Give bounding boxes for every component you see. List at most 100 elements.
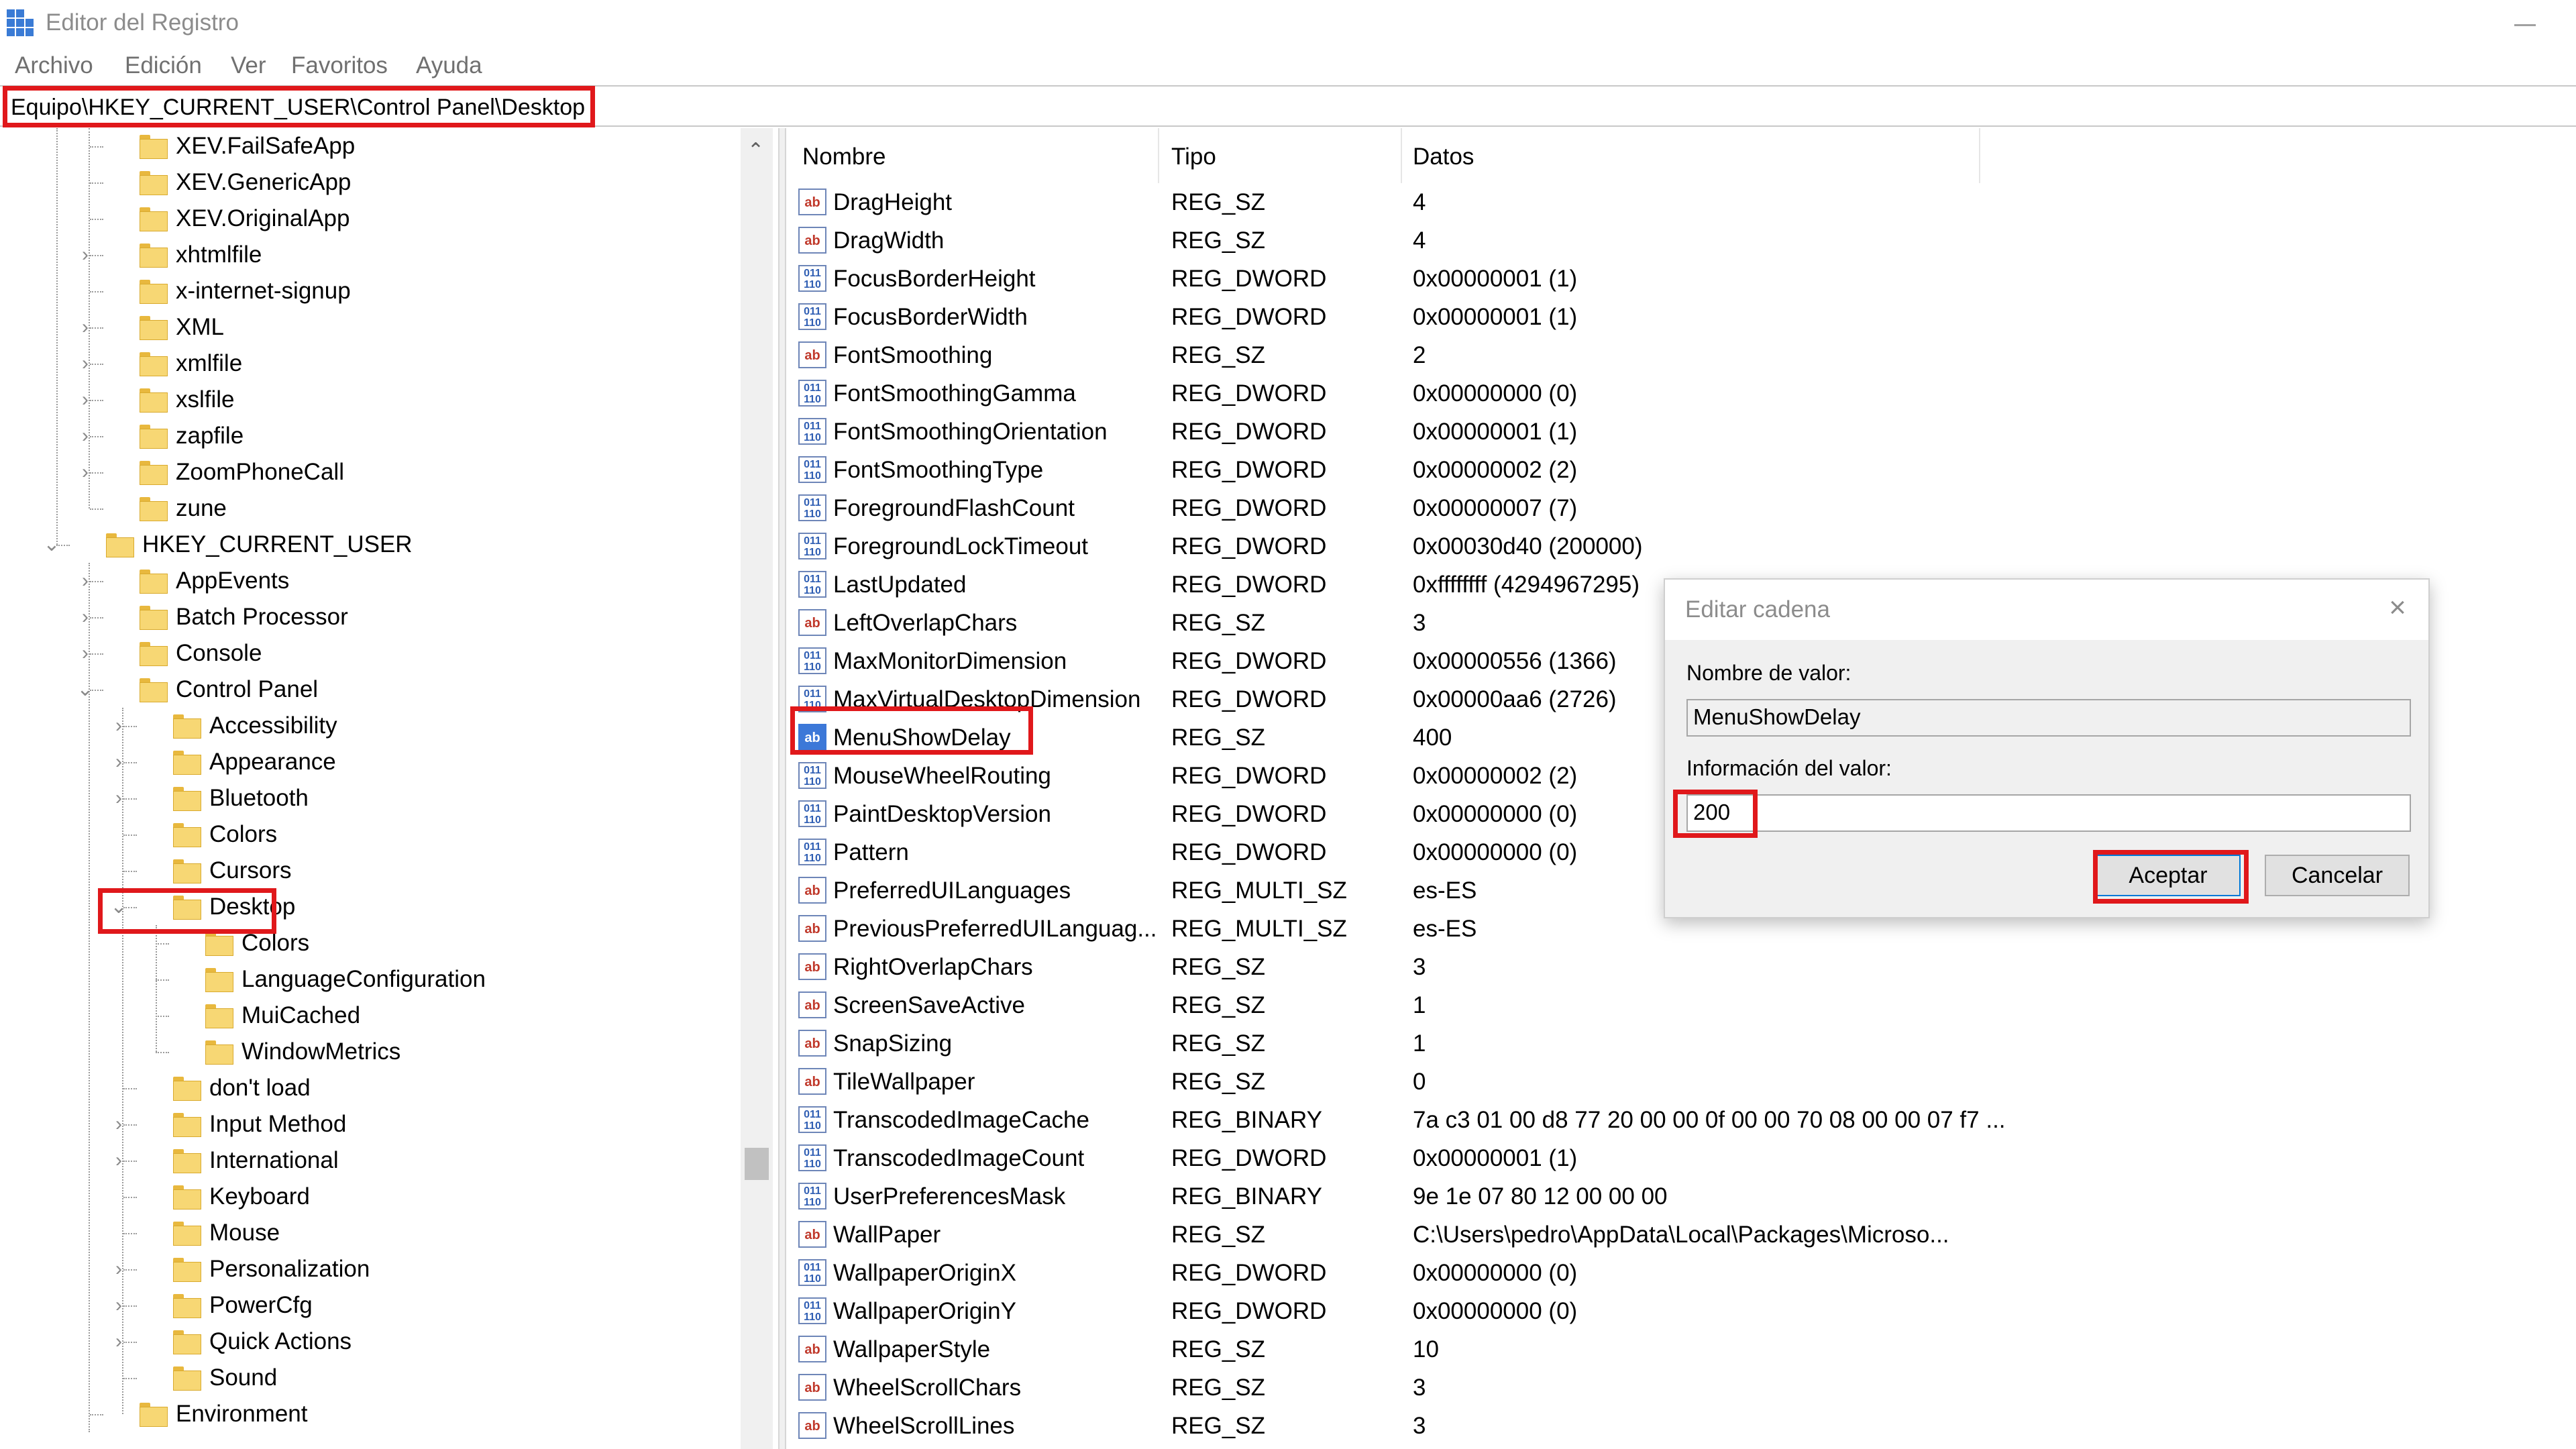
value-row[interactable]: ab FontSmoothing REG_SZ 2 xyxy=(786,336,2576,374)
tree-item[interactable]: › PowerCfg xyxy=(0,1287,738,1324)
tree-item[interactable]: › xhtmlfile xyxy=(0,237,738,273)
value-type: REG_DWORD xyxy=(1171,533,1327,559)
expand-chevron-icon[interactable]: › xyxy=(75,345,95,382)
tree-item[interactable]: › Appearance xyxy=(0,744,738,780)
tree-item[interactable]: x-internet-signup xyxy=(0,273,738,309)
expand-chevron-icon[interactable]: ⌄ xyxy=(75,672,95,708)
tree-item[interactable]: ⌄ Control Panel xyxy=(0,672,738,708)
column-header-type[interactable]: Tipo xyxy=(1171,143,1216,171)
value-data: 3 xyxy=(1413,954,1426,980)
expand-chevron-icon[interactable]: › xyxy=(109,1251,129,1287)
tree-item[interactable]: › AppEvents xyxy=(0,563,738,599)
tree-item[interactable]: MuiCached xyxy=(0,998,738,1034)
expand-chevron-icon[interactable]: › xyxy=(109,780,129,816)
value-data-input[interactable]: 200 xyxy=(1686,794,2411,832)
value-row[interactable]: 011 110 TranscodedImageCount REG_DWORD 0x00… xyxy=(786,1139,2576,1177)
tree-item[interactable]: zune xyxy=(0,490,738,527)
value-row[interactable]: ab TileWallpaper REG_SZ 0 xyxy=(786,1063,2576,1101)
value-row[interactable]: ab WheelScrollChars REG_SZ 3 xyxy=(786,1368,2576,1407)
expand-chevron-icon[interactable]: › xyxy=(75,309,95,345)
value-row[interactable]: 011 110 FontSmoothingGamma REG_DWORD 0x0000… xyxy=(786,374,2576,413)
expand-chevron-icon[interactable]: › xyxy=(75,454,95,490)
menu-ayuda[interactable]: Ayuda xyxy=(416,52,482,79)
pane-splitter[interactable] xyxy=(778,128,786,1449)
value-row[interactable]: 011 110 FocusBorderHeight REG_DWORD 0x00000… xyxy=(786,260,2576,298)
column-header-data[interactable]: Datos xyxy=(1413,143,1474,171)
value-row[interactable]: ab DragHeight REG_SZ 4 xyxy=(786,183,2576,221)
expand-chevron-icon[interactable]: › xyxy=(109,708,129,744)
scrollbar-thumb[interactable] xyxy=(745,1148,769,1180)
expand-chevron-icon[interactable]: › xyxy=(109,1287,129,1324)
minimize-button[interactable] xyxy=(2494,4,2561,42)
tree-item[interactable]: XEV.OriginalApp xyxy=(0,201,738,237)
menu-archivo[interactable]: Archivo xyxy=(15,52,93,79)
menu-favoritos[interactable]: Favoritos xyxy=(291,52,388,79)
key-tree-pane[interactable]: XEV.FailSafeApp XEV.GenericApp XEV.Origina… xyxy=(0,128,778,1449)
expand-chevron-icon[interactable]: ⌄ xyxy=(42,527,62,563)
value-row[interactable]: 011 110 FocusBorderWidth REG_DWORD 0x000000… xyxy=(786,298,2576,336)
value-row[interactable]: 011 110 TranscodedImageCache REG_BINARY 7a … xyxy=(786,1101,2576,1139)
tree-item[interactable]: WindowMetrics xyxy=(0,1034,738,1070)
expand-chevron-icon[interactable]: › xyxy=(109,744,129,780)
tree-item[interactable]: ⌄ HKEY_CURRENT_USER xyxy=(0,527,738,563)
value-row[interactable]: ab WallpaperStyle REG_SZ 10 xyxy=(786,1330,2576,1368)
value-row[interactable]: 011 110 WallpaperOriginX REG_DWORD 0x000000… xyxy=(786,1254,2576,1292)
tree-item[interactable]: Mouse xyxy=(0,1215,738,1251)
value-row[interactable]: ab WallPaper REG_SZ C:\Users\pedro\AppData\… xyxy=(786,1216,2576,1254)
tree-item[interactable]: › Quick Actions xyxy=(0,1324,738,1360)
expand-chevron-icon[interactable]: › xyxy=(75,563,95,599)
tree-item[interactable]: › XML xyxy=(0,309,738,345)
tree-item[interactable]: XEV.GenericApp xyxy=(0,164,738,201)
tree-item[interactable]: › zapfile xyxy=(0,418,738,454)
tree-item[interactable]: › International xyxy=(0,1142,738,1179)
menu-ver[interactable]: Ver xyxy=(231,52,266,79)
value-row[interactable]: 011 110 WallpaperOriginY REG_DWORD 0x000000… xyxy=(786,1292,2576,1330)
value-row[interactable]: 011 110 ForegroundFlashCount REG_DWORD 0x00… xyxy=(786,489,2576,527)
expand-chevron-icon[interactable]: › xyxy=(75,599,95,635)
value-row[interactable]: 011 110 UserPreferencesMask REG_BINARY 9e 1… xyxy=(786,1177,2576,1216)
menu-edicion[interactable]: Edición xyxy=(125,52,202,79)
expand-chevron-icon[interactable]: › xyxy=(75,635,95,672)
expand-chevron-icon[interactable]: › xyxy=(75,237,95,273)
tree-item[interactable]: › Bluetooth xyxy=(0,780,738,816)
value-row[interactable]: 011 110 FontSmoothingOrientation REG_DWORD… xyxy=(786,413,2576,451)
value-name: Pattern xyxy=(833,839,909,865)
cancel-button[interactable]: Cancelar xyxy=(2265,855,2410,896)
value-row[interactable]: ab DragWidth REG_SZ 4 xyxy=(786,221,2576,260)
tree-item[interactable]: Environment xyxy=(0,1396,738,1432)
value-data: 3 xyxy=(1413,610,1426,636)
expand-chevron-icon[interactable]: › xyxy=(75,418,95,454)
value-row[interactable]: ab WheelScrollLines REG_SZ 3 xyxy=(786,1407,2576,1445)
expand-chevron-icon[interactable]: › xyxy=(75,382,95,418)
tree-item[interactable]: › Batch Processor xyxy=(0,599,738,635)
value-row[interactable]: 011 110 ForegroundLockTimeout REG_DWORD 0x0… xyxy=(786,527,2576,566)
tree-item[interactable]: Colors xyxy=(0,816,738,853)
value-name: FontSmoothingType xyxy=(833,457,1044,483)
expand-chevron-icon[interactable]: › xyxy=(109,1142,129,1179)
value-row[interactable]: ab RightOverlapChars REG_SZ 3 xyxy=(786,948,2576,986)
tree-item[interactable]: › ZoomPhoneCall xyxy=(0,454,738,490)
tree-item[interactable]: › xmlfile xyxy=(0,345,738,382)
expand-chevron-icon[interactable]: › xyxy=(109,1324,129,1360)
tree-item[interactable]: › Console xyxy=(0,635,738,672)
tree-item[interactable]: don't load xyxy=(0,1070,738,1106)
value-row[interactable]: 011 110 FontSmoothingType REG_DWORD 0x00000… xyxy=(786,451,2576,489)
tree-item[interactable]: XEV.FailSafeApp xyxy=(0,128,738,164)
scroll-up-icon[interactable]: ⌃ xyxy=(747,139,764,162)
tree-item[interactable]: › Personalization xyxy=(0,1251,738,1287)
tree-scrollbar[interactable]: ⌃ xyxy=(741,128,773,1449)
tree-item[interactable]: Cursors xyxy=(0,853,738,889)
column-header-name[interactable]: Nombre xyxy=(802,143,885,171)
value-row[interactable]: ab ScreenSaveActive REG_SZ 1 xyxy=(786,986,2576,1024)
tree-item[interactable]: Keyboard xyxy=(0,1179,738,1215)
expand-chevron-icon[interactable]: › xyxy=(109,1106,129,1142)
tree-item-label: XML xyxy=(176,314,224,340)
tree-item-label: Input Method xyxy=(209,1111,347,1137)
close-icon[interactable]: × xyxy=(2384,593,2411,623)
tree-item[interactable]: › Accessibility xyxy=(0,708,738,744)
tree-item[interactable]: LanguageConfiguration xyxy=(0,961,738,998)
value-row[interactable]: ab SnapSizing REG_SZ 1 xyxy=(786,1024,2576,1063)
tree-item[interactable]: Sound xyxy=(0,1360,738,1396)
tree-item[interactable]: › xslfile xyxy=(0,382,738,418)
tree-item[interactable]: › Input Method xyxy=(0,1106,738,1142)
